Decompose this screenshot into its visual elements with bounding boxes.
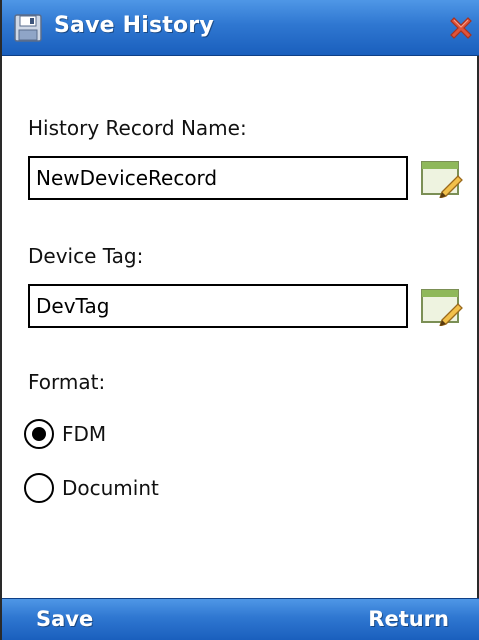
format-option-fdm[interactable]: FDM <box>24 418 106 450</box>
edit-pencil-icon[interactable] <box>420 286 464 326</box>
return-softkey[interactable]: Return <box>368 607 449 631</box>
record-name-label: History Record Name: <box>28 116 247 140</box>
device-tag-field[interactable] <box>28 284 408 328</box>
softkey-bar: Save Return <box>2 598 479 640</box>
format-option-documint[interactable]: Documint <box>24 472 159 504</box>
save-softkey[interactable]: Save <box>36 607 93 631</box>
format-label: Format: <box>28 370 106 394</box>
close-icon[interactable] <box>445 12 477 44</box>
device-tag-label: Device Tag: <box>28 244 144 268</box>
title-bar: Save History <box>2 0 479 56</box>
format-option-label: FDM <box>62 422 107 446</box>
radio-button-unselected[interactable] <box>24 473 54 503</box>
edit-pencil-icon[interactable] <box>420 158 464 198</box>
floppy-disk-icon <box>14 14 42 42</box>
app-window: Save History History Record Name: Device… <box>0 0 479 640</box>
window-title: Save History <box>54 13 214 38</box>
record-name-field[interactable] <box>28 156 408 200</box>
radio-button-selected[interactable] <box>24 419 54 449</box>
format-option-label: Documint <box>62 476 159 500</box>
